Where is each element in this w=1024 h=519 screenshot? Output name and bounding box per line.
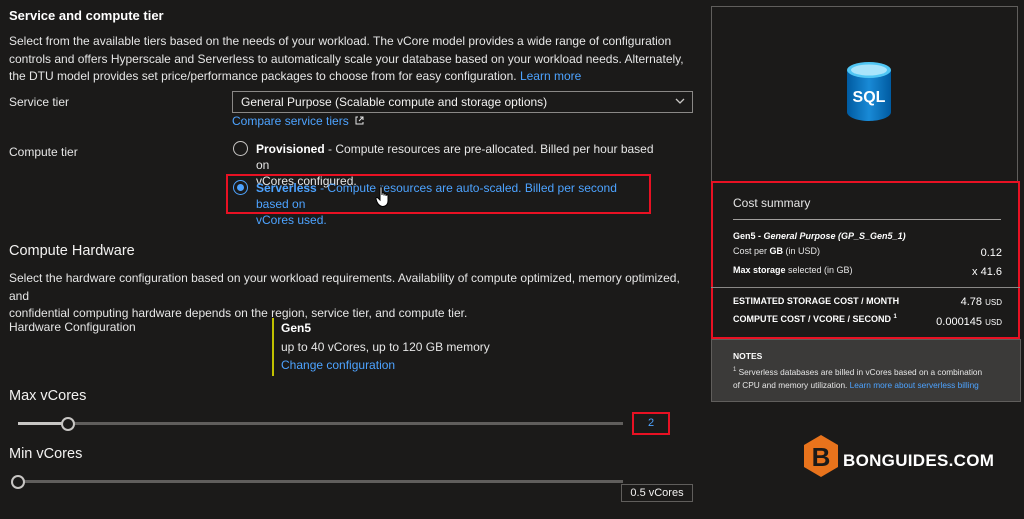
notes-title: NOTES	[733, 351, 763, 361]
max-vcores-value-input[interactable]: 2	[634, 414, 668, 433]
cost-summary-box: Cost summary Gen5 - General Purpose (GP_…	[711, 181, 1020, 339]
sql-database-icon: SQL	[847, 62, 891, 121]
max-vcores-slider-thumb[interactable]	[61, 417, 76, 431]
hardware-gen-detail: up to 40 vCores, up to 120 GB memory	[281, 340, 490, 354]
compute-cost-value: 0.000145 USD	[892, 316, 1002, 328]
max-storage-label: Max storage selected (in GB)	[733, 265, 853, 275]
notes-text-2: of CPU and memory utilization.	[733, 379, 850, 390]
cost-per-gb-unit: (in USD)	[783, 246, 821, 256]
notes-box: NOTES 1 Serverless databases are billed …	[711, 339, 1021, 402]
compute-cost-unit: USD	[985, 318, 1002, 327]
compute-cost-text: COMPUTE COST / VCORE / SECOND	[733, 314, 892, 324]
cost-per-gb-text: Cost per	[733, 246, 770, 256]
cost-per-gb-bold: GB	[769, 246, 784, 256]
cost-divider-2	[711, 287, 1020, 288]
product-line: Gen5 - General Purpose (GP_S_Gen5_1)	[733, 231, 906, 241]
min-vcores-label: Min vCores	[9, 446, 83, 462]
compute-tier-label: Compute tier	[9, 145, 78, 159]
hand-cursor-icon	[375, 186, 389, 208]
compare-service-tiers-link[interactable]: Compare service tiers	[232, 114, 365, 128]
serverless-radio[interactable]	[233, 180, 248, 195]
product-name: - General Purpose (GP_S_Gen5_1)	[755, 231, 906, 241]
serverless-title: Serverless	[256, 181, 317, 195]
compute-cost-label: COMPUTE COST / VCORE / SECOND 1	[733, 314, 897, 324]
description-text: Select from the available tiers based on…	[9, 34, 684, 83]
serverless-option[interactable]: Serverless - Compute resources are auto-…	[256, 180, 651, 228]
cost-divider	[733, 219, 1001, 220]
compare-link-text: Compare service tiers	[232, 114, 349, 128]
min-vcores-slider-thumb[interactable]	[11, 475, 25, 489]
service-tier-label: Service tier	[9, 95, 70, 109]
cost-per-gb-value: 0.12	[980, 247, 1002, 259]
section-title: Service and compute tier	[9, 8, 164, 23]
max-storage-bold: Max storage	[733, 265, 786, 275]
min-vcores-value-input[interactable]: 0.5 vCores	[621, 484, 693, 502]
service-tier-dropdown[interactable]: General Purpose (Scalable compute and st…	[232, 91, 693, 113]
external-link-icon	[355, 116, 364, 125]
min-vcores-slider[interactable]	[18, 480, 623, 483]
product-gen: Gen5	[733, 231, 756, 241]
est-storage-value: 4.78 USD	[892, 296, 1002, 308]
max-vcores-slider[interactable]	[18, 422, 623, 425]
hardware-desc-1: Select the hardware configuration based …	[9, 271, 680, 303]
service-tier-value: General Purpose (Scalable compute and st…	[241, 95, 548, 109]
max-storage-rest: selected (in GB)	[785, 265, 853, 275]
change-configuration-link[interactable]: Change configuration	[281, 358, 395, 372]
bonguides-logo-icon: B	[804, 435, 838, 477]
provisioned-title: Provisioned	[256, 142, 325, 156]
hardware-desc-2: confidential computing hardware depends …	[9, 306, 468, 320]
compute-hardware-heading: Compute Hardware	[9, 243, 135, 259]
provisioned-radio[interactable]	[233, 141, 248, 156]
notes-text: 1 Serverless databases are billed in vCo…	[733, 364, 1018, 392]
hardware-accent-bar	[272, 318, 274, 376]
est-storage-unit: USD	[985, 298, 1002, 307]
cost-summary-title: Cost summary	[733, 196, 811, 210]
hardware-gen: Gen5	[281, 321, 312, 335]
chevron-down-icon	[675, 98, 685, 104]
section-description: Select from the available tiers based on…	[9, 33, 699, 86]
serverless-billing-link[interactable]: Learn more about serverless billing	[850, 380, 979, 390]
serverless-desc-2: vCores used.	[256, 213, 327, 227]
learn-more-link[interactable]: Learn more	[520, 69, 581, 83]
est-storage-amount: 4.78	[960, 296, 983, 308]
hardware-config-label: Hardware Configuration	[9, 320, 136, 334]
max-vcores-label: Max vCores	[9, 388, 87, 404]
notes-text-1: Serverless databases are billed in vCore…	[736, 366, 983, 377]
compute-cost-amount: 0.000145	[936, 316, 983, 328]
max-storage-value: x 41.6	[972, 266, 1002, 278]
cost-per-gb-label: Cost per GB (in USD)	[733, 246, 820, 256]
sql-icon-text: SQL	[853, 89, 886, 106]
logo-letter: B	[812, 442, 831, 472]
bonguides-watermark: BONGUIDES.COM	[843, 451, 995, 470]
hardware-description: Select the hardware configuration based …	[9, 270, 699, 323]
est-storage-label: ESTIMATED STORAGE COST / MONTH	[733, 296, 900, 306]
